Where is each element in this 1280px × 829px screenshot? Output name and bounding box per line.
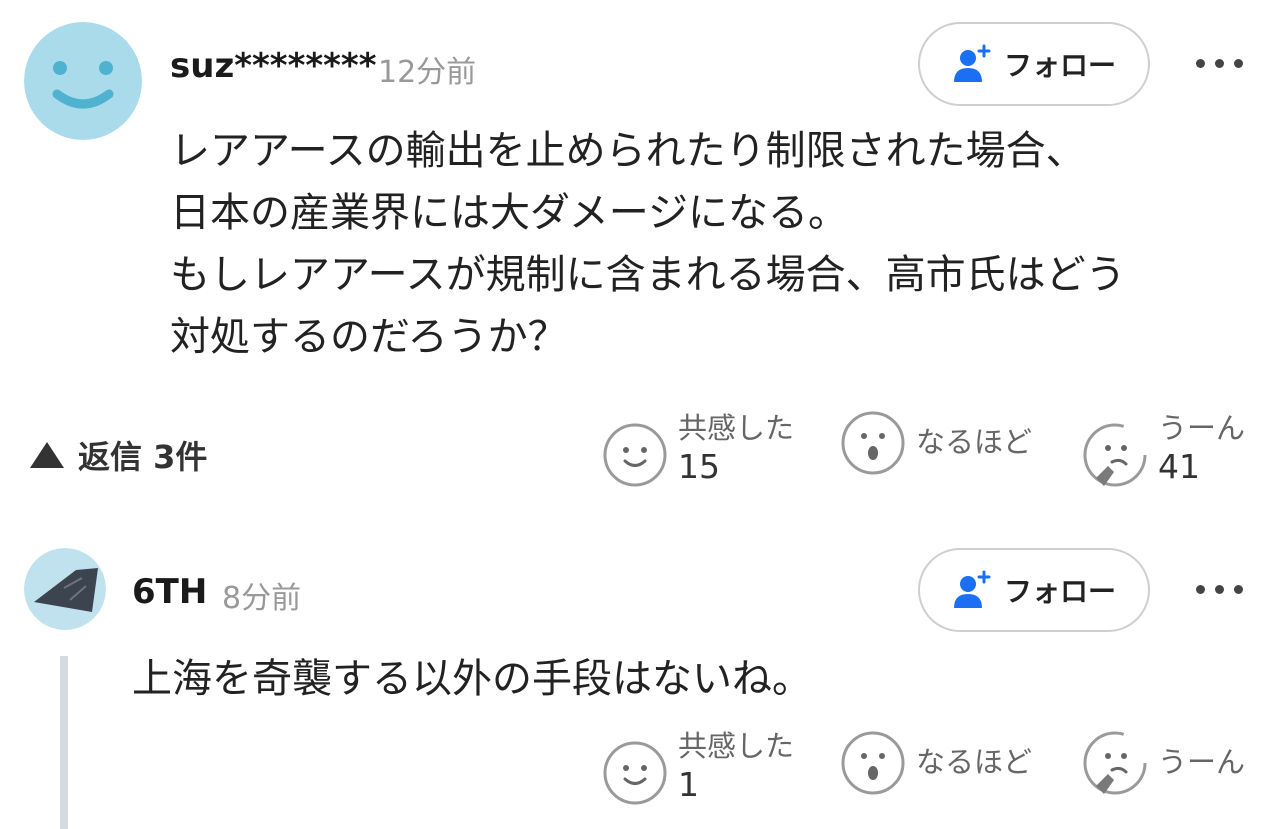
reaction-label: 共感した xyxy=(678,729,795,763)
comment-line: 上海を奇襲する以外の手段はないね。 xyxy=(132,656,812,702)
follow-label: フォロー xyxy=(1003,575,1116,608)
dot-icon xyxy=(1215,59,1224,68)
reaction-agree[interactable]: 共感した 1 xyxy=(602,728,794,806)
avatar[interactable] xyxy=(24,22,142,140)
username[interactable]: 6TH xyxy=(132,572,207,612)
smile-face-icon xyxy=(603,423,667,487)
reaction-insightful[interactable]: なるほど xyxy=(840,410,1032,476)
thinking-face-icon xyxy=(1083,731,1147,795)
thinking-face-icon xyxy=(1083,423,1147,487)
reaction-count: 15 xyxy=(678,447,720,486)
comment-body: 上海を奇襲する以外の手段はないね。 xyxy=(132,648,812,710)
replies-label: 返信 3件 xyxy=(78,438,208,476)
dot-icon xyxy=(1196,59,1205,68)
rock-avatar-icon xyxy=(24,548,106,630)
surprised-face-icon xyxy=(841,411,905,475)
timestamp: 12分前 xyxy=(378,55,477,90)
reaction-label: うーん xyxy=(1158,411,1246,445)
username[interactable]: suz******** xyxy=(170,46,376,86)
comment-line: 対処するのだろうか？ xyxy=(170,314,568,360)
reaction-count: 41 xyxy=(1158,447,1200,486)
reaction-label: なるほど xyxy=(916,745,1033,779)
triangle-up-icon xyxy=(30,442,64,468)
replies-toggle[interactable]: 返信 3件 xyxy=(30,432,207,478)
reaction-hmm[interactable]: うーん 41 xyxy=(1082,410,1245,492)
reaction-label: 共感した xyxy=(678,411,795,445)
dot-icon xyxy=(1234,585,1243,594)
add-user-icon xyxy=(953,570,991,608)
comment-line: もしレアアースが規制に含まれる場合、高市氏はどう xyxy=(170,252,1126,298)
reaction-label: うーん xyxy=(1158,745,1246,779)
smile-face-icon xyxy=(603,741,667,805)
timestamp: 8分前 xyxy=(222,581,302,616)
follow-button[interactable]: フォロー xyxy=(918,22,1150,106)
reply-thread-line xyxy=(60,656,68,829)
reaction-agree[interactable]: 共感した 15 xyxy=(602,410,794,488)
dot-icon xyxy=(1234,59,1243,68)
reaction-label: なるほど xyxy=(916,425,1033,459)
dot-icon xyxy=(1215,585,1224,594)
more-options-button[interactable] xyxy=(1196,585,1243,594)
surprised-face-icon xyxy=(841,731,905,795)
more-options-button[interactable] xyxy=(1196,59,1243,68)
comment-line: レアアースの輸出を止められたり制限された場合、 xyxy=(170,128,1086,174)
reaction-insightful[interactable]: なるほど xyxy=(840,730,1032,796)
reaction-hmm[interactable]: うーん xyxy=(1082,730,1245,800)
add-user-icon xyxy=(953,44,991,82)
reaction-count: 1 xyxy=(678,765,699,804)
follow-label: フォロー xyxy=(1003,49,1116,82)
follow-button[interactable]: フォロー xyxy=(918,548,1150,632)
comment-body: レアアースの輸出を止められたり制限された場合、 日本の産業界には大ダメージになる… xyxy=(170,120,1126,368)
avatar[interactable] xyxy=(24,548,106,630)
comment-line: 日本の産業界には大ダメージになる。 xyxy=(170,190,848,236)
smiley-avatar-icon xyxy=(24,22,142,140)
dot-icon xyxy=(1196,585,1205,594)
